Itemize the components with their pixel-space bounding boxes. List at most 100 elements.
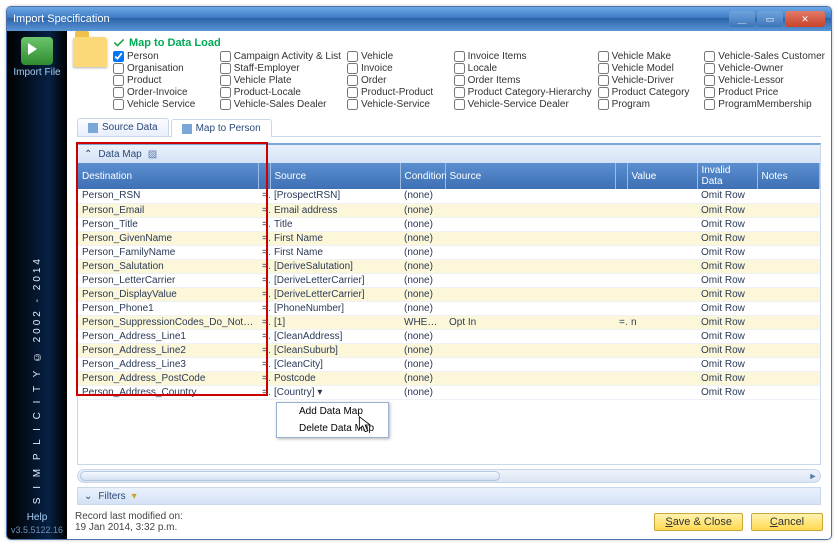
checkbox-input[interactable] [454, 51, 465, 62]
cell[interactable] [445, 245, 615, 259]
cell[interactable] [615, 343, 627, 357]
datatype-checkbox-vehicle-sales-dealer[interactable]: Vehicle-Sales Dealer [220, 99, 341, 110]
datatype-checkbox-product-product[interactable]: Product-Product [347, 87, 448, 98]
cell[interactable]: Omit Row [697, 245, 757, 259]
cell[interactable]: Omit Row [697, 189, 757, 203]
checkbox-input[interactable] [347, 75, 358, 86]
cell[interactable] [445, 357, 615, 371]
checkbox-input[interactable] [347, 63, 358, 74]
cell[interactable] [757, 189, 820, 203]
cell[interactable]: [DeriveLetterCarrier] [270, 273, 400, 287]
cell[interactable]: Person_LetterCarrier [78, 273, 258, 287]
datatype-checkbox-vehicle-service[interactable]: Vehicle Service [113, 99, 214, 110]
tab-map-to-person[interactable]: Map to Person [171, 119, 272, 137]
filters-expand-icon[interactable]: ⌄ [84, 491, 92, 502]
tab-source-data[interactable]: Source Data [77, 118, 169, 136]
cell[interactable]: First Name [270, 245, 400, 259]
col-destination[interactable]: Destination [78, 163, 258, 189]
table-row[interactable]: Person_Phone1=[PhoneNumber](none)Omit Ro… [78, 301, 820, 315]
datatype-checkbox-invoice[interactable]: Invoice [347, 63, 448, 74]
checkbox-input[interactable] [704, 75, 715, 86]
cell[interactable] [757, 273, 820, 287]
table-row[interactable]: Person_FamilyName=First Name(none)Omit R… [78, 245, 820, 259]
table-row[interactable]: Person_Address_Line2=[CleanSuburb](none)… [78, 343, 820, 357]
cell[interactable]: [CleanCity] [270, 357, 400, 371]
cell[interactable] [445, 329, 615, 343]
cell[interactable]: Person_Title [78, 217, 258, 231]
funnel-icon[interactable]: ▾ [132, 491, 137, 502]
cell[interactable]: = [258, 343, 270, 357]
cell[interactable]: (none) [400, 287, 445, 301]
datatype-checkbox-vehicle-service[interactable]: Vehicle-Service [347, 99, 448, 110]
cell[interactable]: [DeriveLetterCarrier] [270, 287, 400, 301]
cell[interactable]: Omit Row [697, 301, 757, 315]
cell[interactable]: = [258, 245, 270, 259]
cell[interactable]: Opt In [445, 315, 615, 329]
cell[interactable]: (none) [400, 273, 445, 287]
cell[interactable]: (none) [400, 343, 445, 357]
cell[interactable] [627, 357, 697, 371]
checkbox-input[interactable] [220, 99, 231, 110]
cell[interactable]: Person_Address_Line1 [78, 329, 258, 343]
cell[interactable]: Person_Address_Line3 [78, 357, 258, 371]
filters-bar[interactable]: ⌄ Filters ▾ [77, 487, 821, 505]
cell[interactable]: Omit Row [697, 329, 757, 343]
cell[interactable] [627, 329, 697, 343]
cell[interactable]: (none) [400, 259, 445, 273]
cell[interactable] [757, 315, 820, 329]
cell[interactable]: [CleanAddress] [270, 329, 400, 343]
help-link[interactable]: Help [27, 512, 48, 523]
cell[interactable] [627, 231, 697, 245]
cancel-button[interactable]: Cancel [751, 513, 823, 531]
cell[interactable]: WHERE [400, 315, 445, 329]
cell[interactable]: Omit Row [697, 371, 757, 385]
cell[interactable]: = [258, 217, 270, 231]
cell[interactable] [627, 371, 697, 385]
checkbox-input[interactable] [704, 63, 715, 74]
cell[interactable]: Person_FamilyName [78, 245, 258, 259]
datatype-checkbox-product-locale[interactable]: Product-Locale [220, 87, 341, 98]
datatype-checkbox-program[interactable]: Program [598, 99, 699, 110]
cell[interactable] [445, 385, 615, 399]
datatype-checkbox-vehicle-make[interactable]: Vehicle Make [598, 51, 699, 62]
datatype-checkbox-vehicle-lessor[interactable]: Vehicle-Lessor [704, 75, 825, 86]
checkbox-input[interactable] [347, 51, 358, 62]
cell[interactable]: Person_Address_Line2 [78, 343, 258, 357]
cell[interactable]: = [258, 287, 270, 301]
cell[interactable]: (none) [400, 371, 445, 385]
cell[interactable]: Person_Phone1 [78, 301, 258, 315]
cell[interactable] [615, 357, 627, 371]
cell[interactable]: Omit Row [697, 231, 757, 245]
datatype-checkbox-vehicle[interactable]: Vehicle [347, 51, 448, 62]
cell[interactable]: Omit Row [697, 259, 757, 273]
cell[interactable] [615, 189, 627, 203]
cell[interactable]: [ProspectRSN] [270, 189, 400, 203]
cell[interactable]: = [258, 301, 270, 315]
col-notes[interactable]: Notes [757, 163, 820, 189]
cell[interactable]: Person_SuppressionCodes_Do_Not_Contact [78, 315, 258, 329]
cell[interactable] [627, 189, 697, 203]
table-row[interactable]: Person_GivenName=First Name(none)Omit Ro… [78, 231, 820, 245]
cell[interactable] [615, 273, 627, 287]
titlebar[interactable]: Import Specification ＿ ▭ ✕ [7, 7, 831, 31]
datatype-checkbox-staff-employer[interactable]: Staff-Employer [220, 63, 341, 74]
datatype-checkbox-order-items[interactable]: Order Items [454, 75, 592, 86]
cell[interactable]: Email address [270, 203, 400, 217]
checkbox-input[interactable] [113, 87, 124, 98]
cell[interactable] [445, 287, 615, 301]
cell[interactable] [757, 287, 820, 301]
scroll-thumb[interactable] [80, 471, 500, 481]
cell[interactable]: Person_Email [78, 203, 258, 217]
cell[interactable]: Omit Row [697, 287, 757, 301]
cell[interactable]: [PhoneNumber] [270, 301, 400, 315]
checkbox-input[interactable] [598, 75, 609, 86]
cell[interactable]: Person_DisplayValue [78, 287, 258, 301]
cell[interactable]: (none) [400, 189, 445, 203]
datatype-checkbox-order[interactable]: Order [347, 75, 448, 86]
cell[interactable]: = [258, 273, 270, 287]
col-invalid-data[interactable]: Invalid Data [697, 163, 757, 189]
checkbox-input[interactable] [598, 99, 609, 110]
cell[interactable] [615, 301, 627, 315]
cell[interactable] [615, 203, 627, 217]
scroll-right-icon[interactable]: ► [806, 470, 820, 482]
